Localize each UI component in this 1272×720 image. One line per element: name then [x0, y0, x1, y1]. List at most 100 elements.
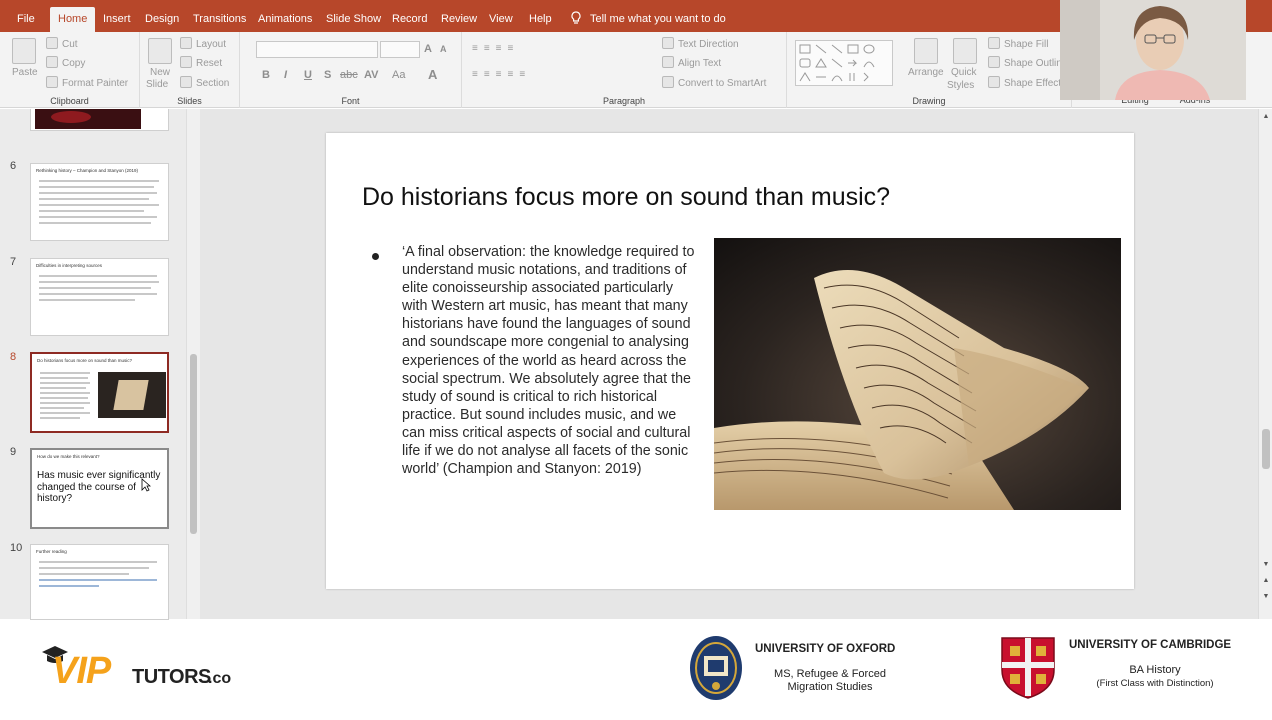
character-spacing-button[interactable]: AV [364, 69, 378, 81]
slide-thumbnail-6[interactable]: Rethinking history – Champion and Stanyo… [30, 163, 169, 241]
tab-transitions[interactable]: Transitions [185, 7, 254, 32]
slide-7-text-line [39, 299, 135, 301]
slide-scrollbar-thumb[interactable] [1262, 429, 1270, 469]
next-slide-icon[interactable]: ▼ [1262, 593, 1270, 601]
slide-thumbnail-5[interactable] [30, 109, 169, 131]
align-text-button[interactable]: Align Text [662, 56, 721, 71]
slide-thumbnail-7[interactable]: Difficulties in interpreting sources [30, 258, 169, 336]
tab-animations[interactable]: Animations [250, 7, 320, 32]
slide-8-text-line [40, 402, 90, 404]
cambridge-crest-icon [1001, 637, 1055, 699]
shapes-gallery[interactable] [795, 40, 893, 86]
text-direction-label: Text Direction [678, 39, 739, 50]
slide-7-text-line [39, 275, 157, 277]
section-button[interactable]: Section [180, 76, 229, 91]
convert-smartart-button[interactable]: Convert to SmartArt [662, 76, 766, 91]
cambridge-course-line2: (First Class with Distinction) [1096, 678, 1214, 689]
slide-thumbnail-10[interactable]: Further reading [30, 544, 169, 620]
format-painter-button[interactable]: Format Painter [46, 76, 128, 91]
slide-6-text-line [39, 222, 151, 224]
scroll-up-icon[interactable]: ▲ [1262, 113, 1270, 121]
slide-10-text-line [39, 567, 149, 569]
tab-design[interactable]: Design [137, 7, 187, 32]
font-family-dropdown[interactable] [256, 41, 378, 58]
reset-button[interactable]: Reset [180, 56, 222, 71]
slide-8-thumbnail-image-book [113, 380, 149, 410]
paintbrush-icon [46, 76, 58, 88]
tab-view[interactable]: View [481, 7, 521, 32]
slide-10-link-line [39, 585, 99, 587]
text-direction-button[interactable]: Text Direction [662, 37, 739, 52]
slide-thumbnail-8[interactable]: Do historians focus more on sound than m… [30, 352, 169, 433]
bullet-icon [372, 253, 379, 260]
shape-outline-button[interactable]: Shape Outline [988, 56, 1067, 71]
slide-6-text-line [39, 204, 159, 206]
thumbnail-scrollbar-thumb[interactable] [190, 354, 197, 534]
tell-me-search[interactable]: Tell me what you want to do [570, 7, 726, 32]
list-buttons[interactable]: ≡≡≡≡ [472, 42, 519, 56]
font-color-button[interactable]: A [428, 67, 437, 82]
logo-vip-text: VIP [52, 650, 111, 692]
arrange-button[interactable]: Arrange [908, 66, 944, 80]
paste-button[interactable]: Paste [12, 66, 38, 80]
tab-file[interactable]: File [9, 7, 43, 32]
tab-record[interactable]: Record [384, 7, 435, 32]
align-text-label: Align Text [678, 58, 722, 69]
tab-insert[interactable]: Insert [95, 7, 139, 32]
layout-button[interactable]: Layout [180, 37, 226, 52]
alignment-buttons[interactable]: ≡≡≡≡≡ [472, 68, 531, 82]
tab-slideshow[interactable]: Slide Show [318, 7, 389, 32]
pen-icon [988, 56, 1000, 68]
underline-button[interactable]: U [304, 69, 312, 81]
slide-8-text-line [40, 382, 90, 384]
sheet-music-book-photo[interactable] [714, 238, 1121, 510]
slide-editing-area: Do historians focus more on sound than m… [200, 109, 1258, 619]
tab-review[interactable]: Review [433, 7, 485, 32]
mouse-cursor-icon [141, 478, 151, 492]
font-group-label: Font [341, 96, 360, 106]
tab-help[interactable]: Help [521, 7, 560, 32]
bold-button[interactable]: B [262, 69, 270, 81]
format-painter-label: Format Painter [62, 78, 129, 89]
paragraph-group-label: Paragraph [602, 96, 646, 106]
slide-scrollbar[interactable]: ▲ ▼ ▲ ▼ [1258, 109, 1272, 619]
new-slide-button-line2[interactable]: Slide [146, 78, 168, 92]
tell-me-label: Tell me what you want to do [590, 13, 726, 25]
font-size-dropdown[interactable] [380, 41, 420, 58]
logo-tutors-text: TUTORS [132, 666, 211, 688]
shape-effects-button[interactable]: Shape Effects [988, 76, 1066, 91]
thumbnail-scrollbar[interactable] [186, 109, 200, 619]
quick-styles-icon [953, 38, 977, 64]
reset-label: Reset [196, 58, 223, 69]
current-slide[interactable]: Do historians focus more on sound than m… [326, 133, 1134, 589]
scroll-down-icon[interactable]: ▼ [1262, 561, 1270, 569]
change-case-button[interactable]: Aa [392, 69, 405, 81]
cut-button[interactable]: Cut [46, 37, 78, 52]
cambridge-name: UNIVERSITY OF CAMBRIDGE [1069, 639, 1232, 651]
slides-group-label: Slides [177, 96, 202, 106]
webcam-video [1060, 0, 1246, 100]
previous-slide-icon[interactable]: ▲ [1262, 577, 1270, 585]
tab-home[interactable]: Home [50, 7, 96, 32]
clipboard-group-label: Clipboard [50, 96, 89, 106]
clipboard-group: Paste Cut Copy Format Painter Clipboard [0, 32, 140, 108]
strikethrough-button[interactable]: abc [340, 69, 358, 81]
shadow-button[interactable]: S [324, 69, 331, 81]
paragraph-group: ≡≡≡≡ ≡≡≡≡≡ Text Direction Align Text Con… [462, 32, 787, 108]
slide-title[interactable]: Do historians focus more on sound than m… [362, 183, 890, 212]
shape-fill-button[interactable]: Shape Fill [988, 37, 1048, 52]
shape-outline-label: Shape Outline [1004, 58, 1068, 69]
smartart-icon [662, 76, 674, 88]
slide-number-8: 8 [10, 351, 17, 363]
quick-styles-button-line2[interactable]: Styles [947, 79, 974, 93]
shrink-font-button[interactable]: A [440, 44, 447, 54]
italic-button[interactable]: I [284, 69, 287, 81]
grow-font-button[interactable]: A [424, 43, 432, 55]
slide-thumbnail-9[interactable]: How do we make this relevant? Has music … [30, 448, 169, 529]
quick-styles-button[interactable]: Quick [951, 66, 977, 80]
copy-button[interactable]: Copy [46, 56, 85, 71]
slide-10-text-line [39, 573, 129, 575]
oxford-crest-icon [690, 636, 742, 700]
slide-number-7: 7 [10, 256, 17, 268]
layout-label: Layout [196, 39, 227, 50]
